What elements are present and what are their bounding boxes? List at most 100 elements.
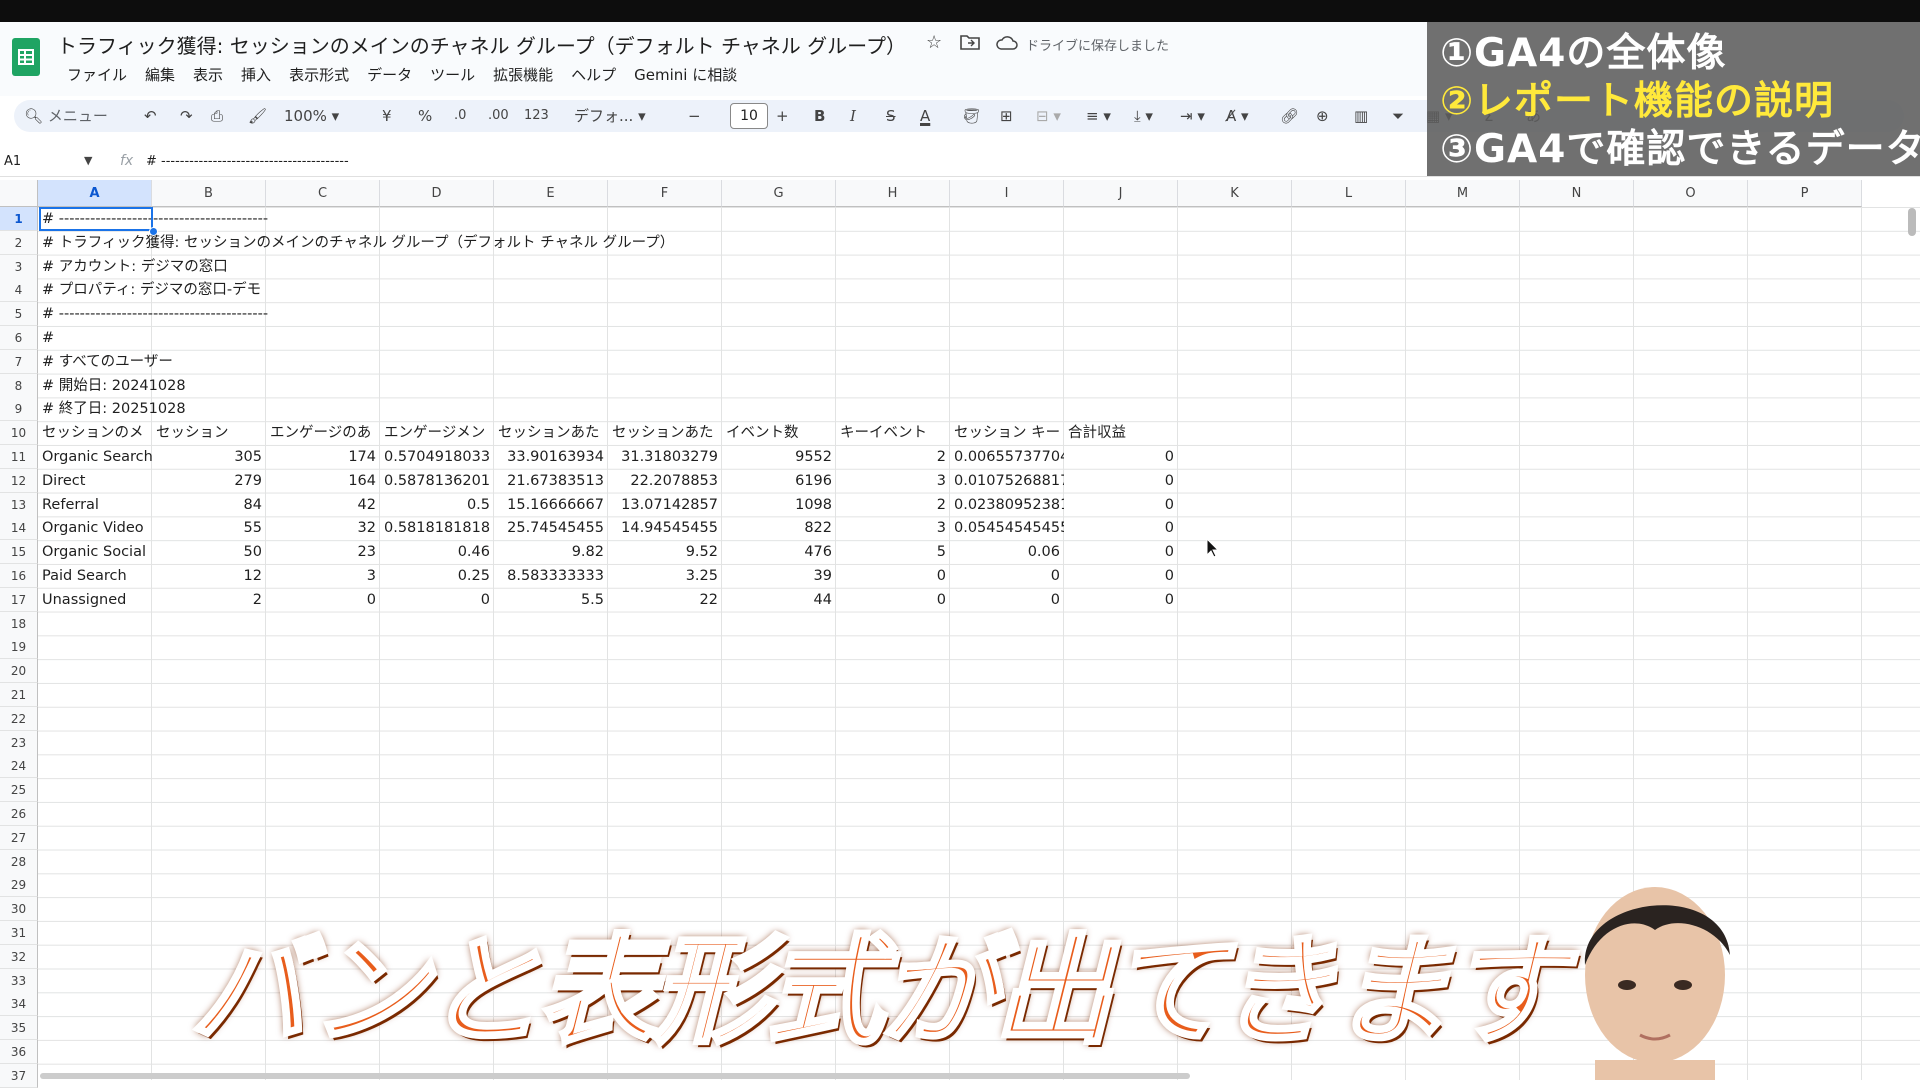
channel-name-cell[interactable]: Referral — [38, 493, 152, 517]
row-header[interactable]: 28 — [0, 849, 38, 874]
row-header[interactable]: 6 — [0, 326, 38, 350]
menu-insert[interactable]: 挿入 — [232, 64, 280, 85]
column-header[interactable]: B — [152, 180, 266, 207]
metric-cell[interactable]: 3 — [836, 469, 950, 493]
insert-link-icon[interactable]: 🔗︎ — [1280, 100, 1299, 132]
metric-cell[interactable]: 23 — [266, 540, 380, 564]
comment-cell[interactable]: # 終了日: 20251028 — [38, 397, 190, 421]
metric-cell[interactable]: 21.67383513 — [494, 469, 608, 493]
name-box-dropdown-icon[interactable]: ▼ — [84, 154, 92, 167]
comment-cell[interactable]: # トラフィック獲得: セッションのメインのチャネル グループ（デフォルト チャ… — [38, 231, 678, 255]
horizontal-scrollbar[interactable] — [40, 1073, 1190, 1079]
menu-help[interactable]: ヘルプ — [562, 64, 625, 85]
menu-tools[interactable]: ツール — [421, 64, 484, 85]
metric-cell[interactable]: 6196 — [722, 469, 836, 493]
row-header[interactable]: 36 — [0, 1040, 38, 1064]
metric-cell[interactable]: 5.5 — [494, 588, 608, 612]
metric-cell[interactable]: 0 — [836, 588, 950, 612]
comment-cell[interactable]: # プロパティ: デジマの窓口-デモ — [38, 278, 265, 302]
metric-cell[interactable]: 14.94545455 — [608, 516, 722, 540]
row-header[interactable]: 33 — [0, 968, 38, 993]
metric-cell[interactable]: 476 — [722, 540, 836, 564]
borders-icon[interactable]: ⊞ — [1000, 100, 1013, 132]
metric-cell[interactable]: 3 — [836, 516, 950, 540]
metric-cell[interactable]: 0 — [950, 588, 1064, 612]
row-header[interactable]: 13 — [0, 492, 38, 517]
strikethrough-button[interactable]: S — [886, 100, 896, 132]
column-header[interactable]: P — [1748, 180, 1862, 207]
metric-cell[interactable]: 0 — [950, 564, 1064, 588]
comment-cell[interactable]: # — [38, 326, 58, 350]
column-header[interactable]: H — [836, 180, 950, 207]
font-size-plus-icon[interactable]: + — [776, 100, 789, 132]
table-header-cell[interactable]: セッションあた — [608, 421, 722, 445]
channel-name-cell[interactable]: Direct — [38, 469, 152, 493]
column-header[interactable]: I — [950, 180, 1064, 207]
move-folder-icon[interactable] — [960, 34, 980, 54]
metric-cell[interactable]: 0 — [1064, 588, 1178, 612]
metric-cell[interactable]: 0 — [266, 588, 380, 612]
name-box[interactable]: A1 — [4, 154, 21, 169]
metric-cell[interactable]: 22.2078853 — [608, 469, 722, 493]
paint-format-icon[interactable]: 🖌︎ — [248, 100, 267, 132]
row-header[interactable]: 2 — [0, 230, 38, 255]
metric-cell[interactable]: 32 — [266, 516, 380, 540]
more-formats-button[interactable]: 123 — [524, 100, 549, 132]
vertical-scrollbar[interactable] — [1908, 208, 1916, 236]
metric-cell[interactable]: 44 — [722, 588, 836, 612]
table-header-cell[interactable]: エンゲージのあ — [266, 421, 380, 445]
menu-file[interactable]: ファイル — [58, 64, 136, 85]
row-header[interactable]: 17 — [0, 587, 38, 612]
metric-cell[interactable]: 0.5818181818 — [380, 516, 494, 540]
menu-gemini[interactable]: Gemini に相談 — [625, 64, 746, 85]
formula-input[interactable]: # --------------------------------------… — [146, 154, 349, 169]
row-header[interactable]: 31 — [0, 921, 38, 945]
text-rotate-icon[interactable]: A̸ ▾ — [1226, 100, 1249, 132]
metric-cell[interactable]: 0.5 — [380, 493, 494, 517]
table-header-cell[interactable]: セッションあた — [494, 421, 608, 445]
metric-cell[interactable]: 0.01075268817 — [950, 469, 1064, 493]
metric-cell[interactable]: 174 — [266, 445, 380, 469]
horizontal-align-icon[interactable]: ≡ ▾ — [1086, 100, 1111, 132]
document-title[interactable]: トラフィック獲得: セッションのメインのチャネル グループ（デフォルト チャネル… — [57, 30, 906, 59]
row-header[interactable]: 3 — [0, 254, 38, 279]
row-header[interactable]: 4 — [0, 278, 38, 303]
menu-search[interactable]: 🔍︎ メニュー — [24, 100, 108, 132]
metric-cell[interactable]: 55 — [152, 516, 266, 540]
row-header[interactable]: 12 — [0, 468, 38, 493]
star-icon[interactable]: ☆ — [926, 32, 942, 53]
metric-cell[interactable]: 0 — [1064, 540, 1178, 564]
row-header[interactable]: 11 — [0, 445, 38, 469]
metric-cell[interactable]: 0.25 — [380, 564, 494, 588]
metric-cell[interactable]: 0 — [1064, 493, 1178, 517]
cloud-saved-icon[interactable] — [996, 35, 1018, 54]
metric-cell[interactable]: 0.02380952381 — [950, 493, 1064, 517]
bold-button[interactable]: B — [814, 100, 825, 132]
menu-edit[interactable]: 編集 — [136, 64, 184, 85]
channel-name-cell[interactable]: Organic Video — [38, 516, 152, 540]
row-header[interactable]: 24 — [0, 754, 38, 779]
metric-cell[interactable]: 0 — [1064, 445, 1178, 469]
metric-cell[interactable]: 0 — [380, 588, 494, 612]
column-header[interactable]: D — [380, 180, 494, 207]
menu-view[interactable]: 表示 — [184, 64, 232, 85]
table-header-cell[interactable]: エンゲージメン — [380, 421, 494, 445]
metric-cell[interactable]: 305 — [152, 445, 266, 469]
row-header[interactable]: 19 — [0, 635, 38, 660]
metric-cell[interactable]: 0 — [1064, 564, 1178, 588]
column-header[interactable]: L — [1292, 180, 1406, 207]
metric-cell[interactable]: 5 — [836, 540, 950, 564]
column-header[interactable]: N — [1520, 180, 1634, 207]
row-header[interactable]: 7 — [0, 349, 38, 374]
metric-cell[interactable]: 3 — [266, 564, 380, 588]
row-header[interactable]: 26 — [0, 802, 38, 826]
metric-cell[interactable]: 15.16666667 — [494, 493, 608, 517]
text-color-button[interactable]: A — [920, 100, 930, 132]
currency-button[interactable]: ¥ — [382, 100, 392, 132]
fill-color-icon[interactable]: 🪣︎ — [962, 100, 981, 132]
metric-cell[interactable]: 84 — [152, 493, 266, 517]
table-header-cell[interactable]: セッション — [152, 421, 266, 445]
metric-cell[interactable]: 164 — [266, 469, 380, 493]
menu-data[interactable]: データ — [358, 64, 421, 85]
metric-cell[interactable]: 0.46 — [380, 540, 494, 564]
